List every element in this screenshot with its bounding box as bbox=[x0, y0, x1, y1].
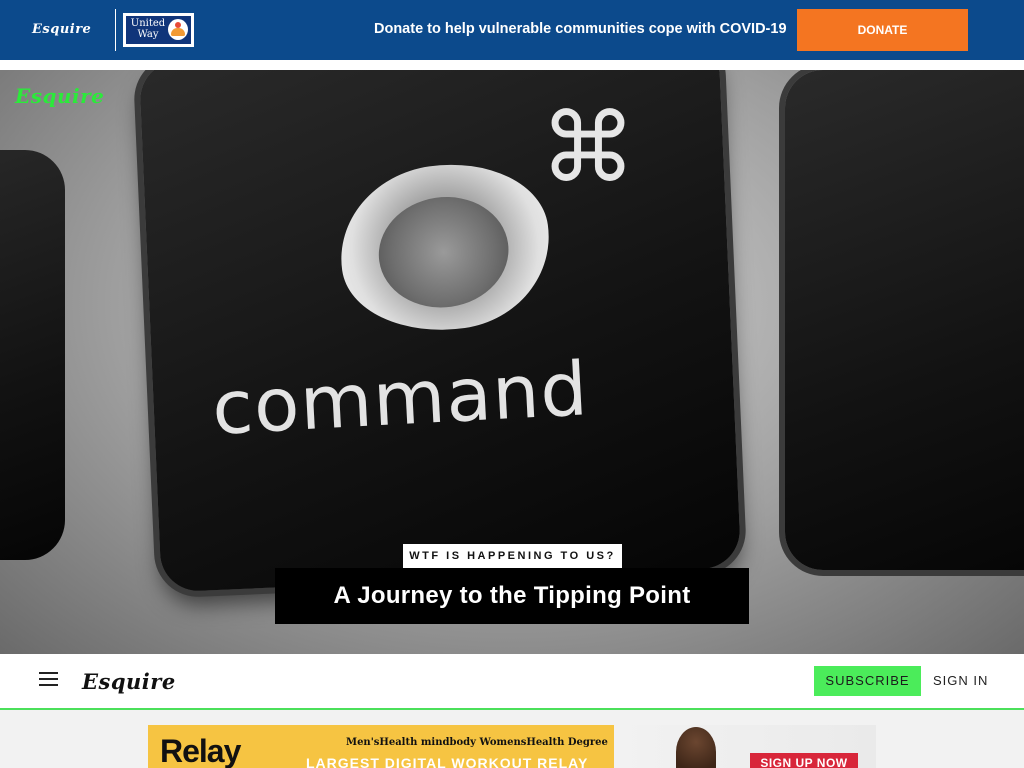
united-way-hand-icon bbox=[168, 19, 188, 40]
burned-key-center bbox=[371, 188, 516, 316]
command-symbol-icon: ⌘ bbox=[540, 92, 636, 204]
esquire-hero-logo[interactable]: Esquire bbox=[15, 84, 104, 108]
subscribe-button[interactable]: SUBSCRIBE bbox=[814, 666, 921, 696]
hamburger-icon[interactable] bbox=[39, 670, 58, 688]
donate-button[interactable]: DONATE bbox=[797, 9, 968, 51]
banner-message: Donate to help vulnerable communities co… bbox=[374, 21, 787, 37]
relay-ad[interactable]: Relay Men'sHealth mindbody WomensHealth … bbox=[148, 725, 876, 768]
ad-brand: Relay bbox=[160, 733, 241, 768]
donate-banner: Esquire United Way Donate to help vulner… bbox=[0, 0, 1024, 60]
banner-divider bbox=[115, 9, 116, 51]
esquire-banner-logo[interactable]: Esquire bbox=[32, 22, 91, 37]
ad-sponsors: Men'sHealth mindbody WomensHealth Degree bbox=[346, 737, 608, 748]
keyboard-key-left bbox=[0, 150, 65, 560]
esquire-nav-logo[interactable]: Esquire bbox=[82, 669, 176, 694]
sign-in-link[interactable]: SIGN IN bbox=[933, 673, 988, 688]
article-title: A Journey to the Tipping Point bbox=[275, 568, 749, 624]
hero-image: ⌘ command Esquire WTF IS HAPPENING TO US… bbox=[0, 70, 1024, 654]
command-key bbox=[138, 70, 742, 593]
site-nav: Esquire SUBSCRIBE SIGN IN bbox=[0, 654, 1024, 710]
ad-tagline: LARGEST DIGITAL WORKOUT RELAY bbox=[306, 755, 589, 768]
ad-signup-button[interactable]: SIGN UP NOW bbox=[750, 753, 858, 768]
article-kicker: WTF IS HAPPENING TO US? bbox=[403, 544, 622, 569]
united-way-badge: United Way bbox=[126, 16, 191, 44]
united-way-text: United Way bbox=[130, 18, 166, 40]
ad-athlete-image bbox=[676, 727, 716, 768]
ad-container: Relay Men'sHealth mindbody WomensHealth … bbox=[0, 710, 1024, 768]
keyboard-key-right bbox=[785, 70, 1024, 570]
united-way-logo[interactable]: United Way bbox=[123, 13, 194, 47]
